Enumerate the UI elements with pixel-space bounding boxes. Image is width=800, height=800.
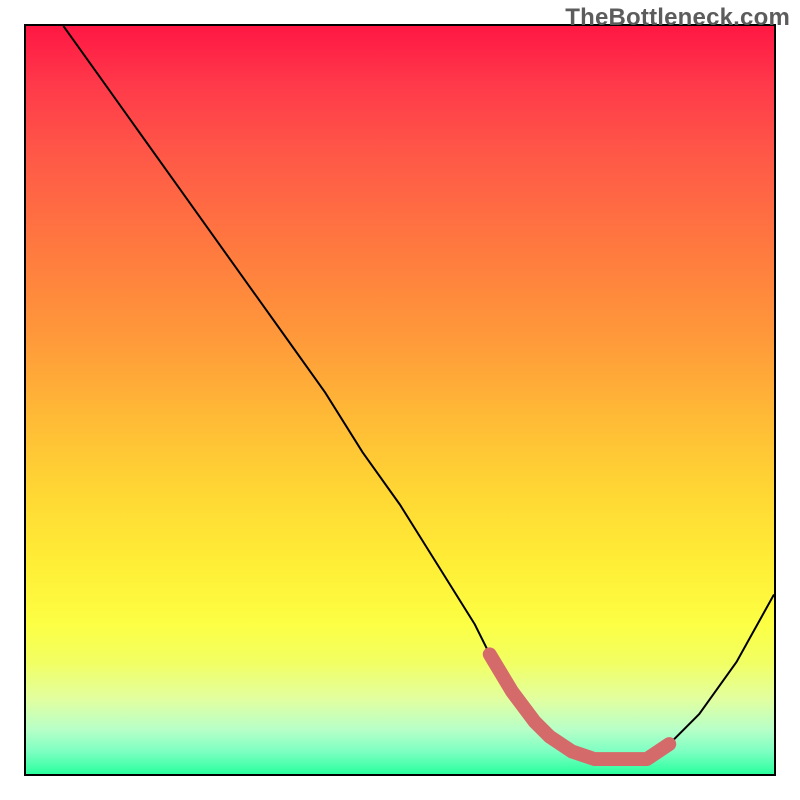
optimal-range-marker [490, 654, 670, 759]
chart-svg [26, 26, 774, 774]
bottleneck-curve [63, 26, 774, 759]
chart-container: TheBottleneck.com [0, 0, 800, 800]
watermark-text: TheBottleneck.com [565, 4, 790, 32]
plot-area [24, 24, 776, 776]
